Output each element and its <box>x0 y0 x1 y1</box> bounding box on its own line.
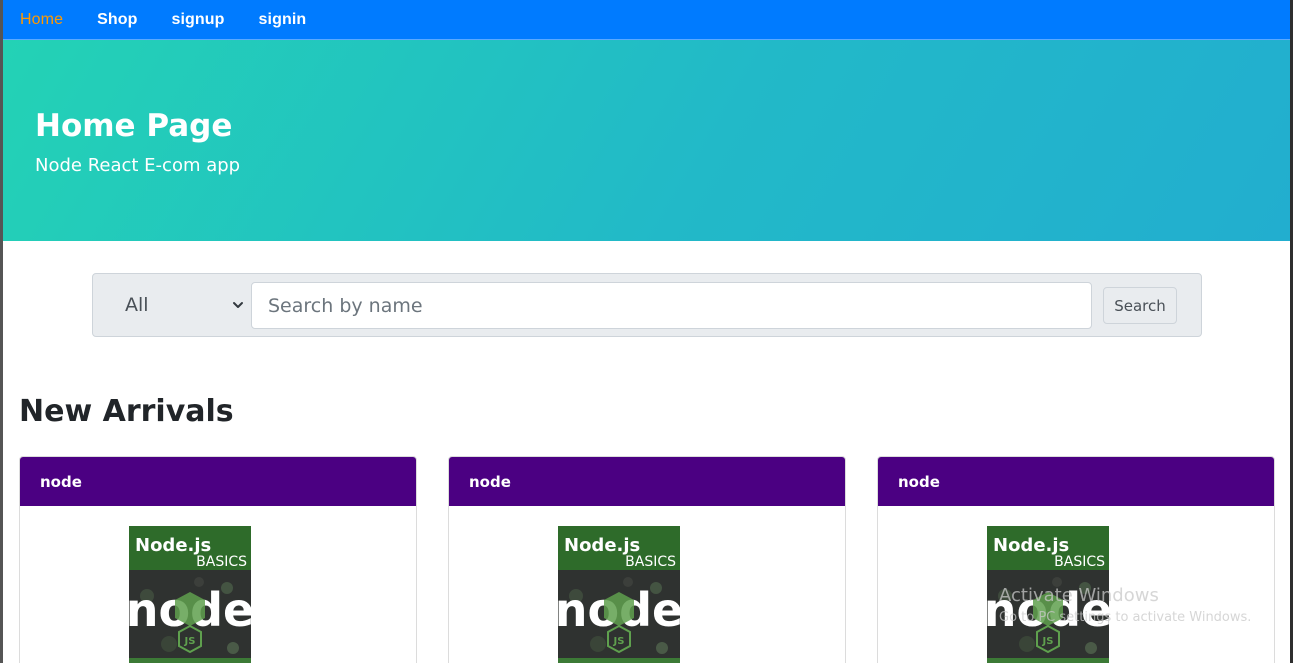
svg-text:BASICS: BASICS <box>1054 554 1105 570</box>
nav-link-signup[interactable]: signup <box>172 11 225 29</box>
product-image[interactable]: Node.js BASICS node JS <box>987 526 1109 663</box>
nodejs-cover-art: Node.js BASICS node JS <box>987 526 1109 663</box>
chevron-down-icon <box>233 302 243 308</box>
page-title: Home Page <box>35 108 233 144</box>
svg-text:BASICS: BASICS <box>625 554 676 570</box>
page: Home Shop signup signin Home Page Node R… <box>0 0 1293 663</box>
nodejs-cover-art: Node.js BASICS node JS <box>129 526 251 663</box>
nav-link-home[interactable]: Home <box>20 11 63 29</box>
svg-text:JS: JS <box>613 636 625 647</box>
product-card-title: node <box>449 457 845 506</box>
page-subtitle: Node React E-com app <box>35 155 241 176</box>
top-navbar: Home Shop signup signin <box>3 0 1290 40</box>
product-card[interactable]: node Node.js BASICS node JS <box>19 456 417 663</box>
product-image[interactable]: Node.js BASICS node JS <box>558 526 680 663</box>
product-card-title: node <box>878 457 1274 506</box>
search-input[interactable] <box>251 282 1092 329</box>
product-card-title: node <box>20 457 416 506</box>
product-card[interactable]: node Node.js BASICS node JS <box>448 456 846 663</box>
svg-text:JS: JS <box>184 636 196 647</box>
nav-link-shop[interactable]: Shop <box>97 11 137 29</box>
nodejs-cover-art: Node.js BASICS node JS <box>558 526 680 663</box>
svg-text:Node.js: Node.js <box>564 535 640 556</box>
svg-text:JS: JS <box>1042 636 1054 647</box>
svg-text:Node.js: Node.js <box>993 535 1069 556</box>
product-card[interactable]: node Node.js BASICS node JS <box>877 456 1275 663</box>
category-select-value: All <box>125 294 149 316</box>
nav-link-signin[interactable]: signin <box>259 11 307 29</box>
search-bar: All Search <box>92 273 1202 337</box>
new-arrivals-heading: New Arrivals <box>19 394 234 429</box>
category-select[interactable]: All <box>103 282 253 328</box>
svg-text:Node.js: Node.js <box>135 535 211 556</box>
hero-banner: Home Page Node React E-com app <box>3 40 1290 241</box>
svg-text:BASICS: BASICS <box>196 554 247 570</box>
product-image[interactable]: Node.js BASICS node JS <box>129 526 251 663</box>
search-button[interactable]: Search <box>1103 287 1177 324</box>
